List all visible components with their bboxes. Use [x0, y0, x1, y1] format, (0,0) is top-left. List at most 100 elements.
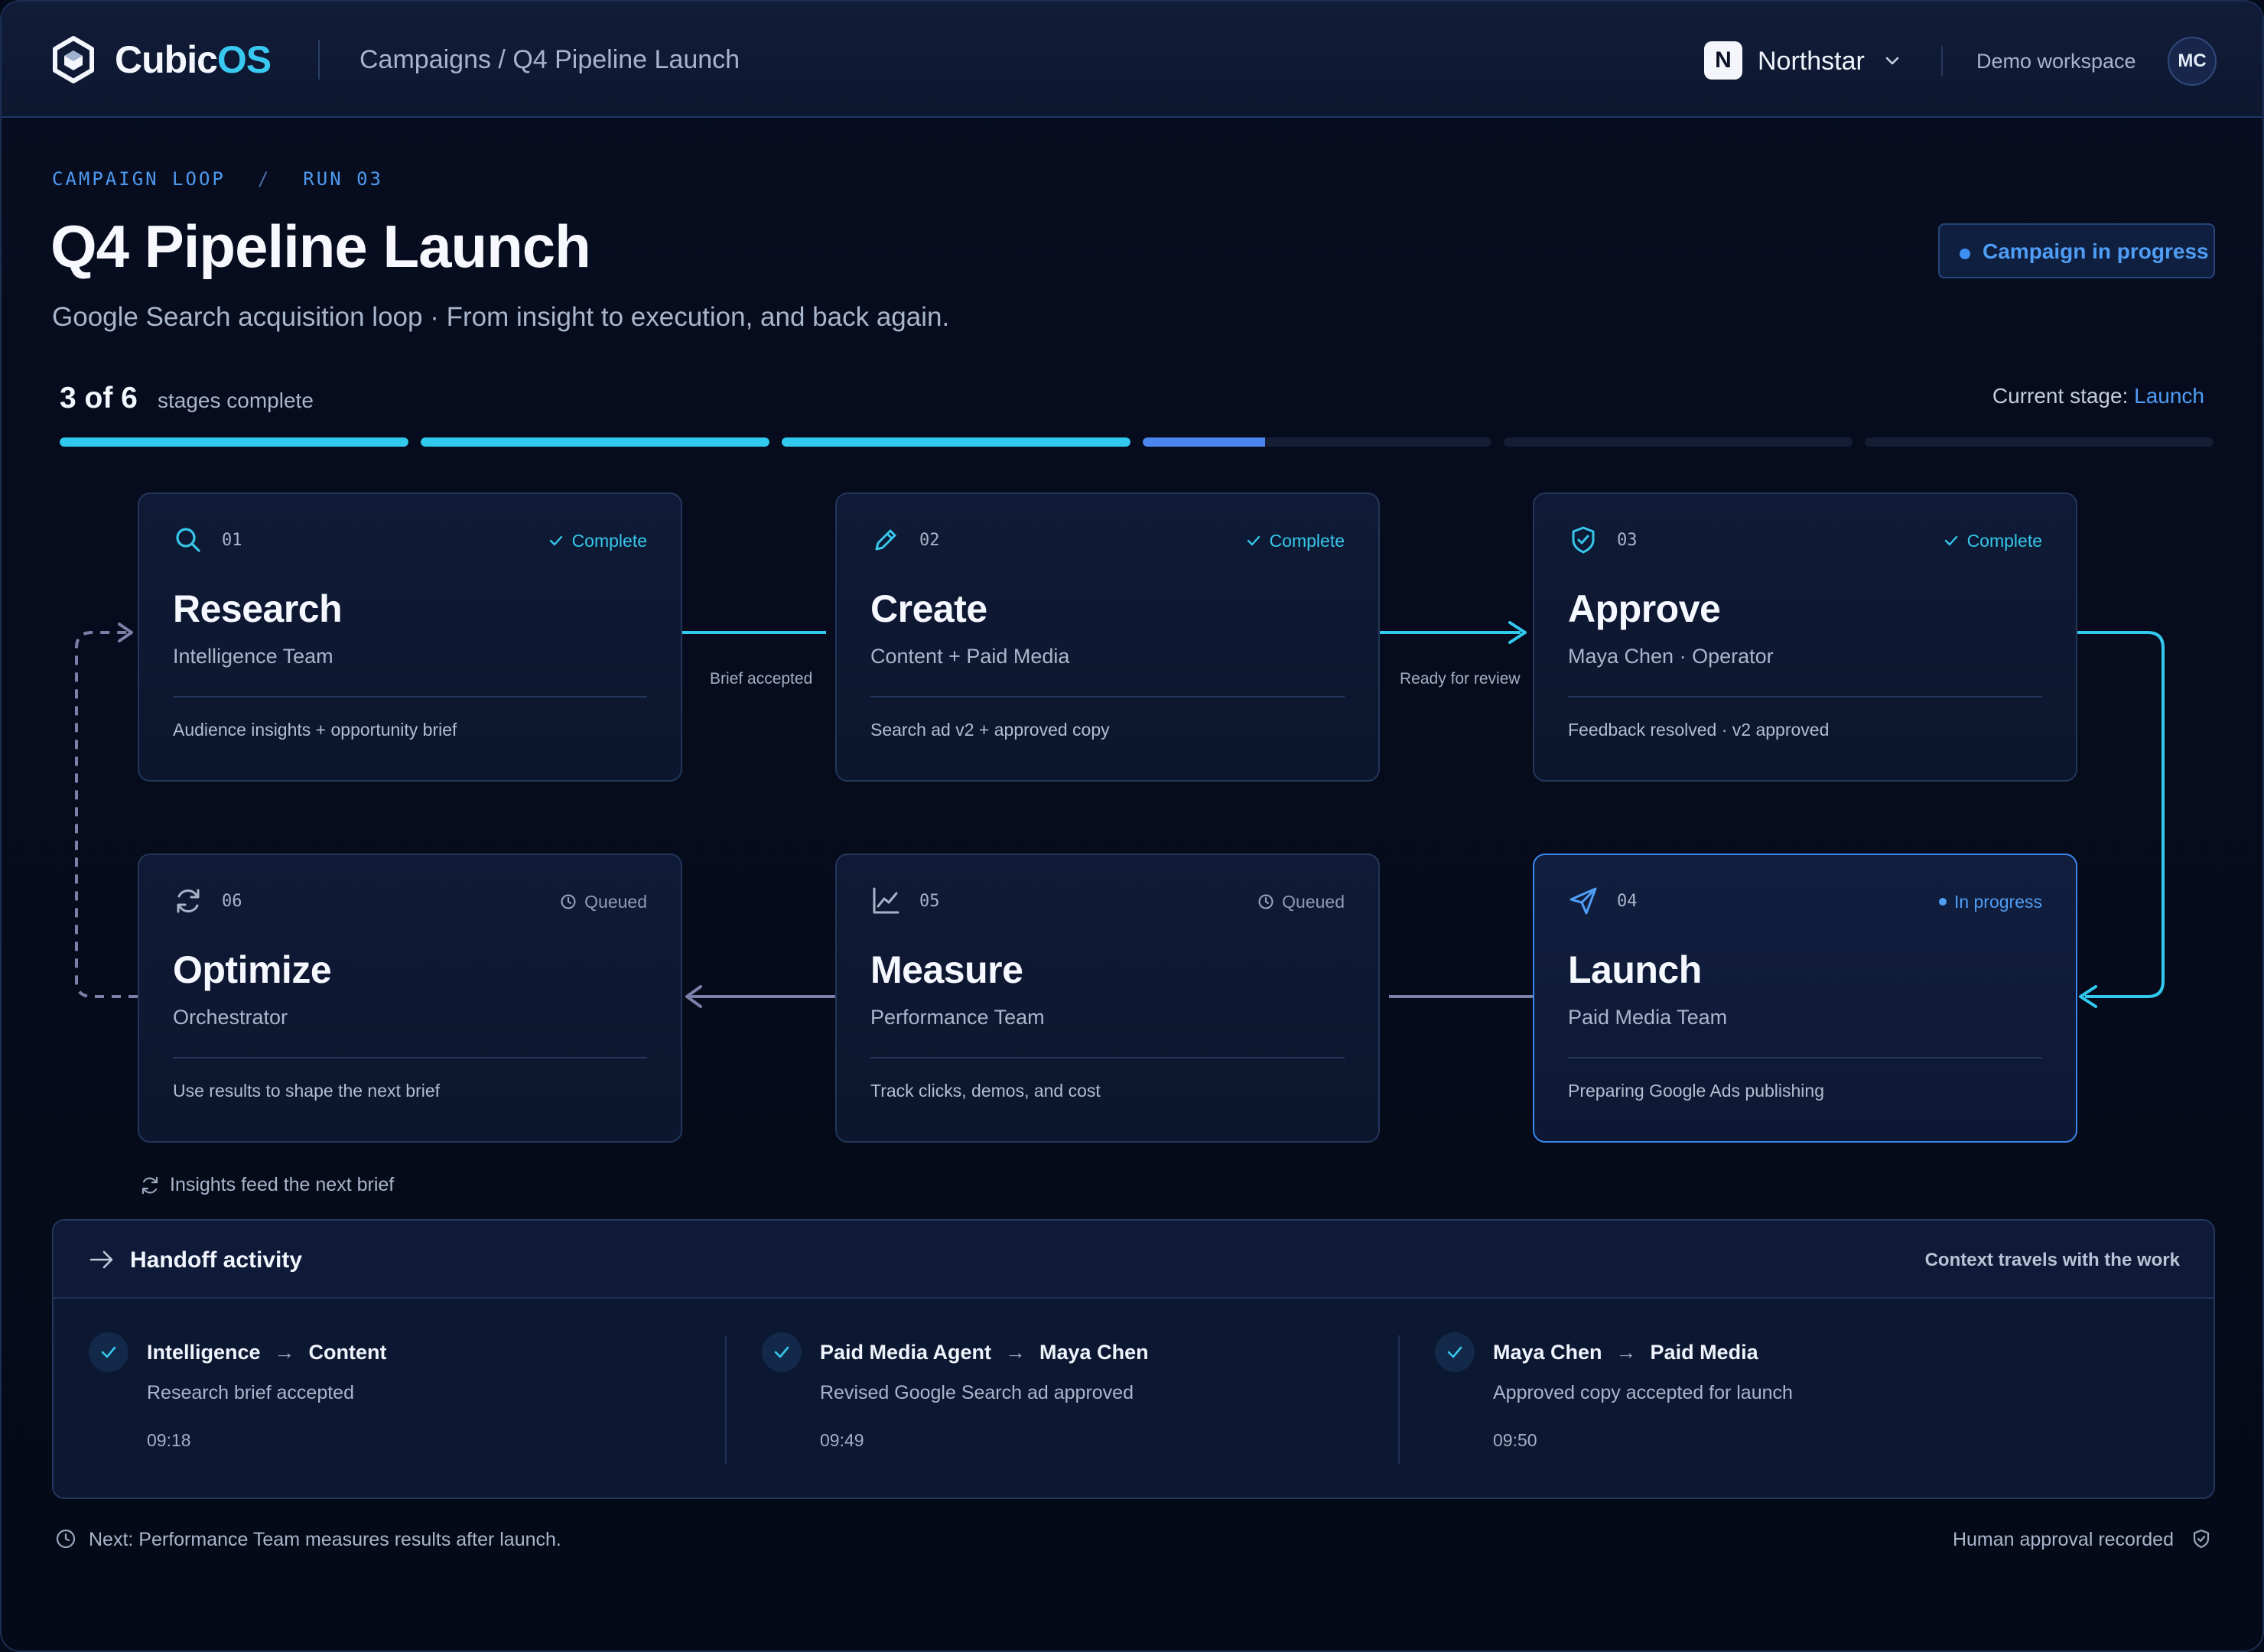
- arrow-right-icon: [89, 1250, 113, 1269]
- stage-card-create[interactable]: 02 Complete Create Content + Paid Media …: [835, 493, 1380, 782]
- handoff-from: Intelligence: [147, 1341, 261, 1364]
- handoff-title: Handoff activity: [130, 1247, 303, 1273]
- handoff-description: Revised Google Search ad approved: [820, 1382, 1134, 1403]
- brand-name-part1: Cubic: [115, 38, 218, 81]
- handoff-route: Maya Chen → Paid Media: [1493, 1338, 1758, 1366]
- stage-team: Content + Paid Media: [870, 645, 1070, 668]
- progress-segment-fill: [782, 437, 1130, 447]
- clock-icon: [56, 1529, 76, 1549]
- stage-team: Paid Media Team: [1568, 1006, 1728, 1029]
- progress-segment: [60, 437, 408, 447]
- stage-status: Complete: [548, 529, 647, 552]
- top-bar: CubicOS Campaigns / Q4 Pipeline Launch N…: [2, 2, 2262, 118]
- stage-note: Preparing Google Ads publishing: [1568, 1081, 1825, 1101]
- handoff-from: Maya Chen: [1493, 1341, 1602, 1364]
- current-stage-link[interactable]: Launch: [2134, 384, 2204, 408]
- search-icon: [176, 528, 200, 552]
- handoff-activity-panel: Handoff activity Context travels with th…: [52, 1219, 2215, 1499]
- progress-segment: [782, 437, 1130, 447]
- stage-status: Complete: [1943, 529, 2042, 552]
- page-subtitle: Google Search acquisition loop · From in…: [52, 302, 950, 332]
- check-icon: [549, 535, 562, 546]
- handoff-item[interactable]: Paid Media Agent → Maya Chen Revised Goo…: [727, 1299, 1400, 1499]
- handoff-item[interactable]: Intelligence → Content Research brief ac…: [54, 1299, 727, 1499]
- handoff-route: Intelligence → Content: [147, 1338, 387, 1366]
- card-divider: [870, 696, 1345, 698]
- handoff-description: Research brief accepted: [147, 1382, 354, 1403]
- stage-number: 02: [919, 531, 940, 550]
- progress-segment-fill: [60, 437, 408, 447]
- handoff-time: 09:50: [1493, 1430, 1537, 1450]
- stage-team: Maya Chen · Operator: [1568, 645, 1774, 668]
- user-avatar[interactable]: MC: [2168, 37, 2217, 86]
- card-divider: [1568, 696, 2042, 698]
- workspace-mode-label: Demo workspace: [1976, 50, 2136, 73]
- check-circle-icon: [1435, 1332, 1475, 1372]
- progress-segment: [1504, 437, 1853, 447]
- progress-segment-fill: [1143, 437, 1265, 447]
- handoff-to: Maya Chen: [1039, 1341, 1149, 1364]
- stage-team: Orchestrator: [173, 1006, 288, 1029]
- stage-card-research[interactable]: 01 Complete Research Intelligence Team A…: [138, 493, 682, 782]
- handoff-arrow: →: [1615, 1341, 1637, 1364]
- stage-name: Research: [173, 587, 343, 630]
- workspace-switcher[interactable]: Northstar: [1758, 44, 1865, 78]
- stage-status: Queued: [1257, 890, 1345, 913]
- in-progress-dot: [1938, 898, 1947, 906]
- breadcrumb[interactable]: Campaigns / Q4 Pipeline Launch: [359, 43, 740, 76]
- refresh-icon: [142, 1176, 158, 1195]
- eyebrow-run: RUN 03: [303, 168, 383, 190]
- eyebrow-loop: CAMPAIGN LOOP: [52, 168, 226, 190]
- refresh-icon: [177, 889, 200, 913]
- handoff-description: Approved copy accepted for launch: [1493, 1382, 1793, 1403]
- campaign-status-label: Campaign in progress: [1983, 239, 2209, 263]
- page-title: Q4 Pipeline Launch: [50, 213, 591, 280]
- campaign-status-badge: Campaign in progress: [1938, 223, 2215, 278]
- topbar-divider: [1941, 46, 1943, 76]
- progress-label: stages complete: [158, 389, 314, 412]
- clock-icon: [1258, 894, 1274, 909]
- card-divider: [173, 696, 647, 698]
- stage-card-launch[interactable]: 04 In progress Launch Paid Media Team Pr…: [1533, 854, 2077, 1143]
- send-icon: [1570, 887, 1597, 915]
- handoff-subtitle: Context travels with the work: [1924, 1250, 2180, 1270]
- stage-card-optimize[interactable]: 06 Queued Optimize Orchestrator Use resu…: [138, 854, 682, 1143]
- stage-note: Audience insights + opportunity brief: [173, 720, 457, 740]
- stage-card-measure[interactable]: 05 Queued Measure Performance Team Track…: [835, 854, 1380, 1143]
- shield-check-icon: [1572, 526, 1595, 554]
- stage-number: 06: [222, 892, 242, 911]
- stage-card-approve[interactable]: 03 Complete Approve Maya Chen · Operator…: [1533, 493, 2077, 782]
- check-icon: [1944, 535, 1957, 546]
- handoff-arrow: →: [1005, 1341, 1026, 1364]
- current-stage-prefix: Current stage:: [1992, 384, 2129, 408]
- stage-name: Approve: [1568, 587, 1721, 630]
- current-stage-indicator: Current stage: Launch: [1992, 382, 2204, 410]
- stage-status: Queued: [560, 890, 647, 913]
- status-dot: [1960, 249, 1970, 259]
- eyebrow-separator: /: [257, 168, 272, 190]
- handoff-time: 09:49: [820, 1430, 864, 1450]
- chevron-down-icon[interactable]: [1882, 50, 1903, 72]
- stage-name: Create: [870, 587, 987, 630]
- progress-segment: [1143, 437, 1491, 447]
- stage-number: 05: [919, 892, 940, 911]
- workspace-badge[interactable]: N: [1704, 41, 1742, 80]
- pencil-icon: [875, 529, 896, 551]
- shield-check-icon: [2193, 1529, 2210, 1549]
- check-circle-icon: [89, 1332, 128, 1372]
- progress-segment-fill: [421, 437, 769, 447]
- stage-status-label: Queued: [584, 892, 647, 912]
- handoff-to: Paid Media: [1650, 1341, 1758, 1364]
- handoff-to: Content: [308, 1341, 387, 1364]
- loop-note: Insights feed the next brief: [170, 1174, 395, 1195]
- stage-number: 01: [222, 531, 242, 550]
- card-divider: [173, 1057, 647, 1059]
- stage-note: Use results to shape the next brief: [173, 1081, 441, 1101]
- handoff-item[interactable]: Maya Chen → Paid Media Approved copy acc…: [1400, 1299, 2073, 1499]
- stage-team: Intelligence Team: [173, 645, 333, 668]
- cube-logo-icon[interactable]: [49, 35, 98, 84]
- stage-status-label: Complete: [571, 531, 647, 551]
- stage-number: 04: [1617, 892, 1638, 911]
- brand-name[interactable]: CubicOS: [115, 35, 272, 84]
- stage-name: Optimize: [173, 948, 332, 991]
